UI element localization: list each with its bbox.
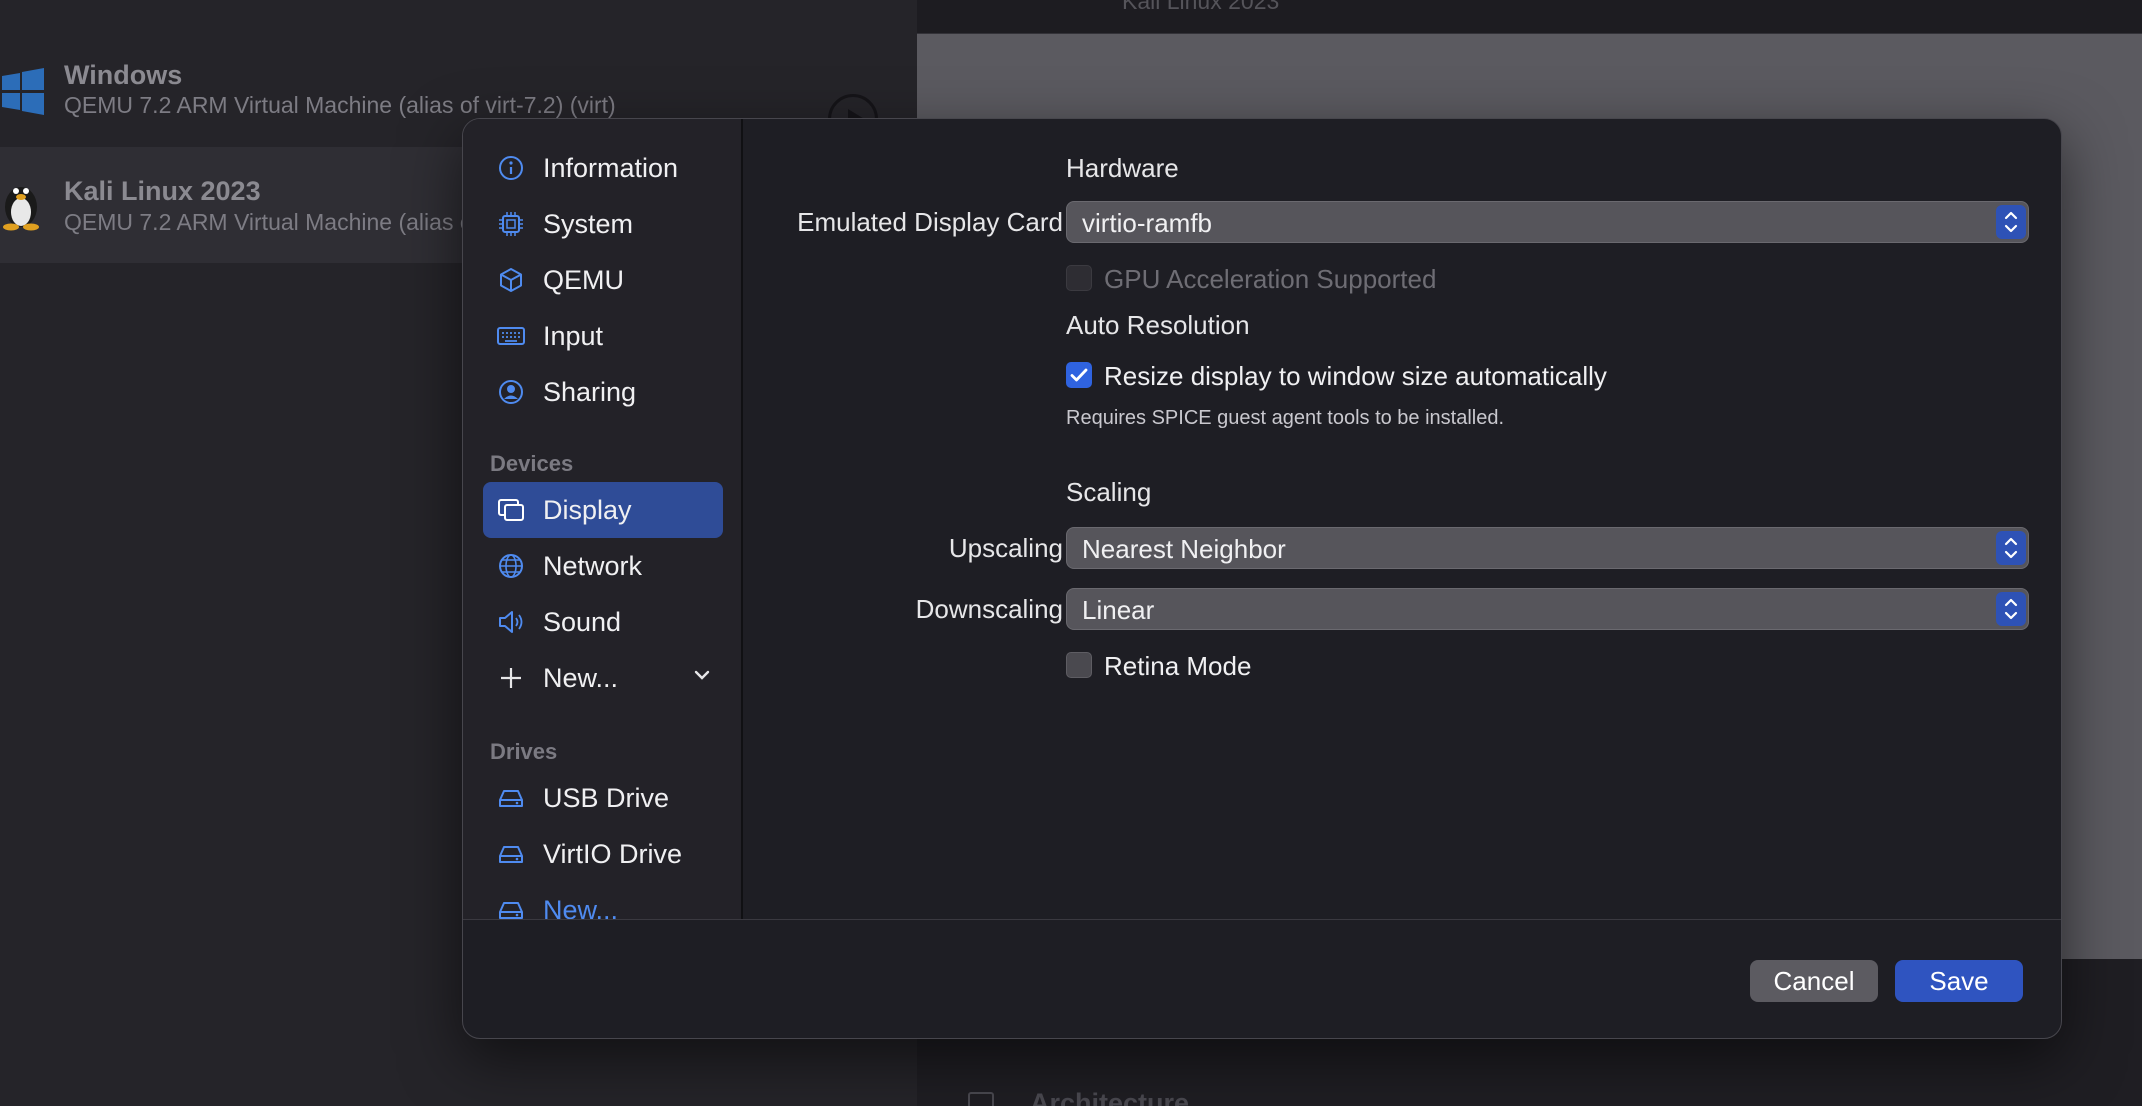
sidebar-item-label: Display — [543, 495, 632, 525]
drives-section-header: Drives — [490, 739, 558, 764]
up-down-chevron-icon — [1996, 531, 2026, 565]
spice-agent-note: Requires SPICE guest agent tools to be i… — [1066, 407, 1505, 429]
vm-name: Windows — [64, 60, 183, 90]
sidebar-item-information[interactable]: Information — [483, 140, 723, 196]
gpu-acceleration-label: GPU Acceleration Supported — [1104, 264, 1437, 294]
downscaling-select[interactable]: Linear — [1066, 588, 2029, 630]
devices-section-header: Devices — [490, 451, 574, 476]
person-circle-icon — [497, 378, 525, 406]
sidebar-item-label: New... — [543, 663, 619, 693]
sidebar-item-label: Network — [543, 551, 643, 581]
retina-mode-label: Retina Mode — [1104, 651, 1252, 681]
sidebar-item-display[interactable]: Display — [483, 482, 723, 538]
up-down-chevron-icon — [1996, 205, 2026, 239]
sidebar-item-network[interactable]: Network — [483, 538, 723, 594]
hardware-heading: Hardware — [1066, 153, 1179, 183]
sidebar-item-label: New... — [543, 895, 619, 919]
footer-divider — [463, 919, 2061, 920]
upscaling-select[interactable]: Nearest Neighbor — [1066, 527, 2029, 569]
auto-resolution-heading: Auto Resolution — [1066, 310, 1250, 340]
select-value: Nearest Neighbor — [1082, 534, 1286, 564]
drive-icon — [497, 784, 525, 812]
display-settings: Hardware Emulated Display Card virtio-ra… — [743, 119, 2061, 919]
sidebar-item-usb-drive[interactable]: USB Drive — [483, 770, 723, 826]
sidebar-item-sharing[interactable]: Sharing — [483, 364, 723, 420]
retina-mode-checkbox[interactable] — [1066, 652, 1092, 678]
sidebar-item-label: VirtIO Drive — [543, 839, 683, 869]
info-icon — [497, 154, 525, 182]
sidebar-item-label: System — [543, 209, 634, 239]
sidebar-item-label: QEMU — [543, 265, 624, 295]
sidebar-item-label: Sharing — [543, 377, 637, 407]
sidebar-item-label: Sound — [543, 607, 622, 637]
drive-icon — [497, 840, 525, 868]
sidebar-item-label: Input — [543, 321, 604, 351]
sidebar-item-new-drive[interactable]: New... — [483, 882, 723, 919]
detail-title: Kali Linux 2023 — [1122, 0, 1280, 14]
scaling-heading: Scaling — [1066, 477, 1152, 507]
settings-sidebar: Information System QEMU Input Sharing De… — [463, 119, 743, 919]
drive-icon — [497, 896, 525, 919]
select-value: virtio-ramfb — [1082, 208, 1213, 238]
tux-penguin-icon — [3, 187, 39, 231]
vm-description: QEMU 7.2 ARM Virtual Machine (alias o — [64, 209, 473, 235]
sidebar-item-sound[interactable]: Sound — [483, 594, 723, 650]
select-value: Linear — [1082, 595, 1155, 625]
sidebar-item-label: USB Drive — [543, 783, 670, 813]
vm-description: QEMU 7.2 ARM Virtual Machine (alias of v… — [64, 92, 616, 118]
keyboard-icon — [497, 322, 525, 350]
downscaling-label: Downscaling — [915, 594, 1063, 624]
speaker-icon — [497, 608, 525, 636]
resize-display-label: Resize display to window size automatica… — [1104, 361, 1607, 391]
upscaling-label: Upscaling — [948, 533, 1063, 563]
plus-icon — [497, 664, 525, 692]
sidebar-item-label: Information — [543, 153, 679, 183]
sidebar-item-qemu[interactable]: QEMU — [483, 252, 723, 308]
save-button[interactable]: Save — [1895, 960, 2023, 1002]
emulated-display-card-select[interactable]: virtio-ramfb — [1066, 201, 2029, 243]
cancel-button[interactable]: Cancel — [1750, 960, 1878, 1002]
emulated-display-card-label: Emulated Display Card — [797, 207, 1063, 237]
vm-name: Kali Linux 2023 — [64, 176, 261, 206]
settings-sheet: Information System QEMU Input Sharing De… — [462, 118, 2062, 1039]
sidebar-item-input[interactable]: Input — [483, 308, 723, 364]
detail-topbar: Kali Linux 2023 — [917, 0, 2142, 34]
cube-icon — [497, 266, 525, 294]
architecture-label: Architecture — [1030, 1088, 1190, 1106]
globe-icon — [497, 552, 525, 580]
sidebar-item-system[interactable]: System — [483, 196, 723, 252]
sidebar-item-new-device[interactable]: New... — [483, 650, 723, 706]
cpu-chip-icon — [497, 210, 525, 238]
up-down-chevron-icon — [1996, 592, 2026, 626]
checkmark-icon — [1070, 368, 1088, 382]
chevron-down-icon[interactable] — [691, 664, 713, 686]
cpu-chip-icon — [968, 1092, 994, 1106]
windows-logo-icon — [2, 68, 44, 115]
resize-display-checkbox[interactable] — [1066, 362, 1092, 388]
gpu-acceleration-checkbox[interactable] — [1066, 265, 1092, 291]
sidebar-item-virtio-drive[interactable]: VirtIO Drive — [483, 826, 723, 882]
display-icon — [497, 496, 525, 524]
